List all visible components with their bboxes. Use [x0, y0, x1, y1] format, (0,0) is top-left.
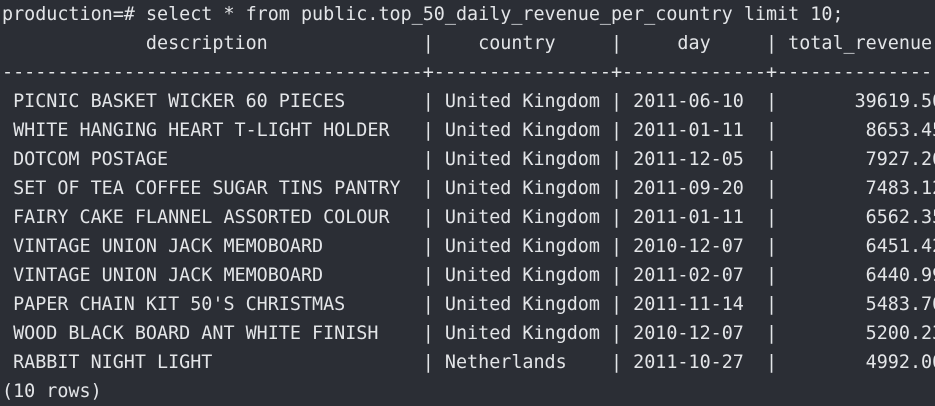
column-divider: |	[766, 91, 778, 112]
cell-description: WHITE HANGING HEART T-LIGHT HOLDER	[2, 120, 423, 141]
column-divider: |	[766, 265, 778, 286]
shell-prompt: production=#	[2, 4, 146, 25]
cell-day: 2011-01-11	[622, 120, 766, 141]
column-divider: |	[422, 149, 434, 170]
column-divider: |	[610, 294, 623, 315]
column-divider: |	[422, 91, 434, 112]
cell-description: PICNIC BASKET WICKER 60 PIECES	[2, 91, 423, 112]
cell-day: 2011-01-11	[622, 207, 766, 228]
cell-day: 2010-12-07	[622, 323, 766, 344]
column-divider: |	[610, 120, 623, 141]
column-divider: |	[610, 33, 623, 54]
column-divider: |	[766, 236, 778, 257]
terminal-window[interactable]: production=# select * from public.top_50…	[0, 0, 935, 406]
column-divider: |	[422, 120, 434, 141]
cell-total-revenue: 5200.23	[865, 323, 935, 344]
table-row: DOTCOM POSTAGE | United Kingdom | 2011-1…	[0, 145, 935, 174]
cell-description: RABBIT NIGHT LIGHT	[2, 352, 423, 373]
column-divider: |	[610, 352, 623, 373]
cell-country: Netherlands	[433, 352, 611, 373]
column-divider: |	[766, 207, 778, 228]
cell-total-revenue: 7927.26	[865, 149, 935, 170]
cell-day: 2011-10-27	[622, 352, 766, 373]
cell-country: United Kingdom	[433, 149, 611, 170]
table-row: FAIRY CAKE FLANNEL ASSORTED COLOUR | Uni…	[0, 203, 935, 232]
column-divider: |	[422, 207, 434, 228]
table-row: PICNIC BASKET WICKER 60 PIECES | United …	[0, 87, 935, 116]
cell-description: VINTAGE UNION JACK MEMOBOARD	[2, 265, 423, 286]
table-header: description | country | day | total_reve…	[0, 29, 935, 58]
table-row: PAPER CHAIN KIT 50'S CHRISTMAS | United …	[0, 290, 935, 319]
column-divider: |	[422, 323, 434, 344]
cell-day: 2011-12-05	[622, 149, 766, 170]
column-divider: |	[766, 120, 778, 141]
column-divider: |	[610, 178, 623, 199]
cell-description: FAIRY CAKE FLANNEL ASSORTED COLOUR	[2, 207, 423, 228]
table-row: VINTAGE UNION JACK MEMOBOARD | United Ki…	[0, 261, 935, 290]
column-divider: |	[422, 236, 434, 257]
column-header-description: description	[2, 33, 423, 54]
cell-total-revenue: 6440.99	[865, 265, 935, 286]
table-row: WHITE HANGING HEART T-LIGHT HOLDER | Uni…	[0, 116, 935, 145]
cell-total-revenue: 6451.42	[865, 236, 935, 257]
column-divider: |	[766, 33, 778, 54]
cell-total-revenue: 7483.12	[865, 178, 935, 199]
cell-country: United Kingdom	[433, 120, 611, 141]
cell-country: United Kingdom	[433, 207, 611, 228]
sql-command: select * from public.top_50_daily_revenu…	[145, 4, 844, 25]
column-divider: |	[610, 323, 623, 344]
cell-day: 2011-06-10	[622, 91, 766, 112]
command-line: production=# select * from public.top_50…	[0, 0, 935, 29]
cell-total-revenue: 8653.45	[865, 120, 935, 141]
row-count-footer: (10 rows)	[2, 381, 102, 402]
column-divider: |	[422, 294, 434, 315]
table-row: RABBIT NIGHT LIGHT | Netherlands | 2011-…	[0, 348, 935, 377]
cell-description: SET OF TEA COFFEE SUGAR TINS PANTRY	[2, 178, 423, 199]
column-divider: |	[610, 265, 623, 286]
cell-total-revenue: 4992.00	[865, 352, 935, 373]
cell-country: United Kingdom	[433, 178, 611, 199]
column-divider: |	[610, 207, 623, 228]
column-divider: |	[422, 33, 434, 54]
cell-country: United Kingdom	[433, 265, 611, 286]
table-row: VINTAGE UNION JACK MEMOBOARD | United Ki…	[0, 232, 935, 261]
cell-description: PAPER CHAIN KIT 50'S CHRISTMAS	[2, 294, 423, 315]
cell-total-revenue: 5483.70	[865, 294, 935, 315]
column-divider: |	[766, 149, 778, 170]
column-divider: |	[422, 178, 434, 199]
column-divider: |	[766, 352, 778, 373]
cell-description: DOTCOM POSTAGE	[2, 149, 423, 170]
table-separator: --------------------------------------+-…	[2, 62, 935, 83]
cell-country: United Kingdom	[433, 91, 611, 112]
cell-country: United Kingdom	[433, 236, 611, 257]
cell-description: WOOD BLACK BOARD ANT WHITE FINISH	[2, 323, 423, 344]
column-divider: |	[422, 265, 434, 286]
cell-day: 2010-12-07	[622, 236, 766, 257]
column-divider: |	[766, 294, 778, 315]
column-header-country: country	[433, 33, 611, 54]
table-row: WOOD BLACK BOARD ANT WHITE FINISH | Unit…	[0, 319, 935, 348]
cell-day: 2011-11-14	[622, 294, 766, 315]
cell-country: United Kingdom	[433, 323, 611, 344]
column-header-day: day	[622, 33, 766, 54]
cell-total-revenue: 39619.50	[854, 91, 935, 112]
cell-country: United Kingdom	[433, 294, 611, 315]
table-row: SET OF TEA COFFEE SUGAR TINS PANTRY | Un…	[0, 174, 935, 203]
column-divider: |	[766, 323, 778, 344]
cell-total-revenue: 6562.35	[865, 207, 935, 228]
column-divider: |	[610, 149, 623, 170]
column-divider: |	[766, 178, 778, 199]
result-rows: PICNIC BASKET WICKER 60 PIECES | United …	[0, 87, 935, 377]
cell-day: 2011-02-07	[622, 265, 766, 286]
column-divider: |	[610, 91, 623, 112]
cell-day: 2011-09-20	[622, 178, 766, 199]
column-divider: |	[422, 352, 434, 373]
cell-description: VINTAGE UNION JACK MEMOBOARD	[2, 236, 423, 257]
column-divider: |	[610, 236, 623, 257]
column-header-total-revenue: total_revenue	[788, 33, 933, 54]
